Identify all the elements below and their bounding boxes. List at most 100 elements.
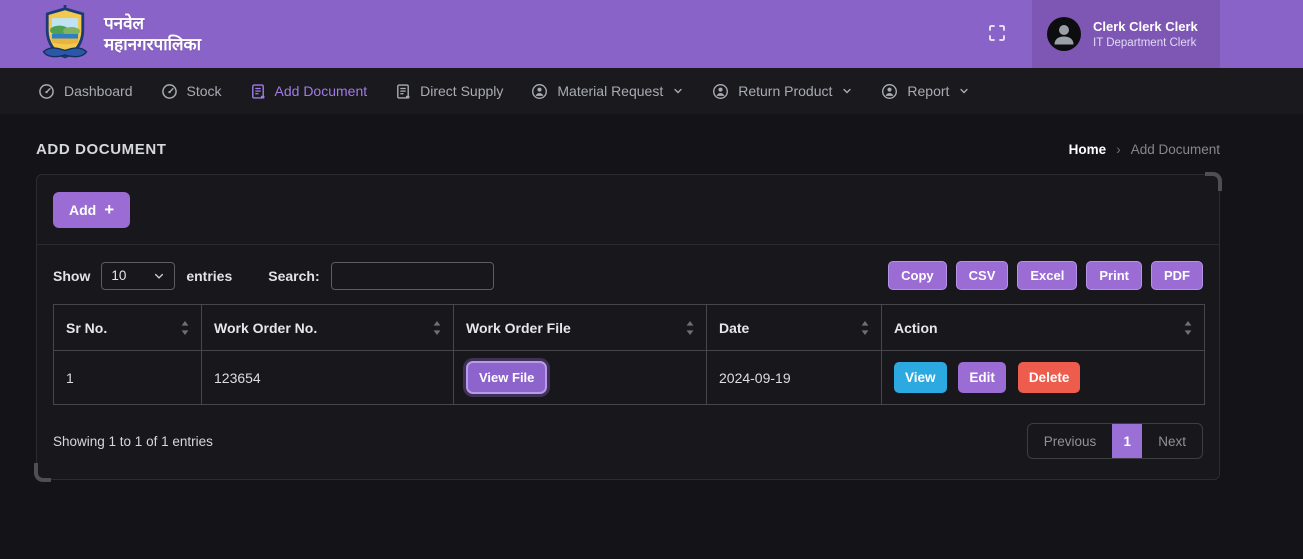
person-circle-icon: [881, 83, 898, 100]
horizontal-scrollbar-thumb[interactable]: [34, 463, 51, 482]
breadcrumb: Home › Add Document: [1069, 142, 1220, 157]
user-role: IT Department Clerk: [1093, 37, 1198, 49]
file-text-icon: [395, 83, 411, 100]
chevron-down-icon: [153, 270, 165, 282]
breadcrumb-home-link[interactable]: Home: [1069, 142, 1107, 157]
cell-actions: View Edit Delete: [882, 351, 1205, 405]
user-name: Clerk Clerk Clerk: [1093, 19, 1198, 34]
brand-line2: महानगरपालिका: [104, 34, 201, 55]
entries-label: entries: [186, 268, 232, 284]
nav-label: Stock: [187, 83, 222, 99]
view-button[interactable]: View: [894, 362, 947, 393]
nav-item-direct-supply[interactable]: Direct Supply: [381, 68, 517, 114]
excel-button[interactable]: Excel: [1017, 261, 1077, 290]
breadcrumb-current: Add Document: [1131, 142, 1220, 157]
cell-sr-no: 1: [54, 351, 202, 405]
brand-title: पनवेल महानगरपालिका: [104, 13, 201, 56]
breadcrumb-separator: ›: [1116, 142, 1121, 157]
search-label: Search:: [268, 268, 319, 284]
pdf-button[interactable]: PDF: [1151, 261, 1203, 290]
gauge-icon: [161, 83, 178, 100]
column-label: Work Order No.: [214, 320, 317, 336]
search-wrap: Search:: [268, 262, 493, 290]
export-buttons: Copy CSV Excel Print PDF: [888, 261, 1203, 290]
chevron-down-icon: [672, 85, 684, 97]
brand: पनवेल महानगरपालिका: [38, 5, 201, 63]
nav-item-report[interactable]: Report: [867, 68, 984, 114]
page-size-select[interactable]: 10: [101, 262, 175, 290]
fullscreen-expand-icon: [987, 23, 1007, 43]
chevron-down-icon: [841, 85, 853, 97]
gauge-icon: [38, 83, 55, 100]
sort-icon: [181, 321, 189, 335]
nav-label: Return Product: [738, 83, 832, 99]
column-header-date[interactable]: Date: [707, 305, 882, 351]
municipal-emblem-logo: [38, 5, 92, 63]
nav-item-return-product[interactable]: Return Product: [698, 68, 867, 114]
nav-item-material-request[interactable]: Material Request: [517, 68, 698, 114]
copy-button[interactable]: Copy: [888, 261, 947, 290]
cell-work-order-no: 123654: [202, 351, 454, 405]
card-body: Show 10 entries Search: Copy CSV Excel P…: [37, 245, 1219, 479]
csv-button[interactable]: CSV: [956, 261, 1009, 290]
table-controls: Show 10 entries Search: Copy CSV Excel P…: [53, 261, 1203, 290]
cell-date: 2024-09-19: [707, 351, 882, 405]
nav-label: Report: [907, 83, 949, 99]
column-label: Sr No.: [66, 320, 107, 336]
sort-icon: [433, 321, 441, 335]
pagination: Previous 1 Next: [1027, 423, 1203, 459]
sort-icon: [861, 321, 869, 335]
plus-icon: +: [104, 203, 114, 217]
nav-item-stock[interactable]: Stock: [147, 68, 236, 114]
page-content: ADD DOCUMENT Home › Add Document Add + S…: [36, 136, 1220, 480]
nav-label: Add Document: [275, 83, 368, 99]
show-label: Show: [53, 268, 90, 284]
add-button[interactable]: Add +: [53, 192, 130, 228]
sort-icon: [1184, 321, 1192, 335]
documents-table: Sr No. Work Order No.: [53, 304, 1205, 405]
print-button[interactable]: Print: [1086, 261, 1142, 290]
previous-page-button[interactable]: Previous: [1028, 424, 1113, 458]
page-size-value: 10: [111, 268, 126, 283]
view-file-button[interactable]: View File: [466, 361, 547, 394]
column-label: Work Order File: [466, 320, 571, 336]
add-button-label: Add: [69, 202, 96, 218]
avatar: [1046, 16, 1082, 52]
title-row: ADD DOCUMENT Home › Add Document: [36, 136, 1220, 162]
entries-summary: Showing 1 to 1 of 1 entries: [53, 434, 213, 449]
fullscreen-button[interactable]: [986, 23, 1008, 45]
table-row: 1 123654 View File 2024-09-19 View Edit …: [54, 351, 1205, 405]
page-title: ADD DOCUMENT: [36, 141, 167, 158]
user-menu[interactable]: Clerk Clerk Clerk IT Department Clerk: [1032, 0, 1220, 68]
column-label: Action: [894, 320, 938, 336]
nav-label: Material Request: [557, 83, 663, 99]
file-text-icon: [250, 83, 266, 100]
current-page-button[interactable]: 1: [1112, 424, 1142, 458]
add-document-card: Add + Show 10 entries Search:: [36, 174, 1220, 480]
person-circle-icon: [712, 83, 729, 100]
edit-button[interactable]: Edit: [958, 362, 1006, 393]
user-info: Clerk Clerk Clerk IT Department Clerk: [1093, 19, 1198, 49]
delete-button[interactable]: Delete: [1018, 362, 1081, 393]
nav-label: Direct Supply: [420, 83, 503, 99]
column-label: Date: [719, 320, 749, 336]
card-toolbar: Add +: [37, 175, 1219, 244]
sort-icon: [686, 321, 694, 335]
table-footer: Showing 1 to 1 of 1 entries Previous 1 N…: [53, 423, 1203, 459]
nav-label: Dashboard: [64, 83, 133, 99]
brand-line1: पनवेल: [104, 13, 201, 34]
column-header-work-order-file[interactable]: Work Order File: [454, 305, 707, 351]
column-header-work-order-no[interactable]: Work Order No.: [202, 305, 454, 351]
chevron-down-icon: [958, 85, 970, 97]
column-header-action[interactable]: Action: [882, 305, 1205, 351]
nav-item-dashboard[interactable]: Dashboard: [24, 68, 147, 114]
person-circle-icon: [531, 83, 548, 100]
nav-item-add-document[interactable]: Add Document: [236, 68, 382, 114]
table-header-row: Sr No. Work Order No.: [54, 305, 1205, 351]
app-header: पनवेल महानगरपालिका Clerk Clerk Clerk IT …: [0, 0, 1303, 68]
vertical-scrollbar-thumb[interactable]: [1205, 172, 1222, 191]
main-nav: Dashboard Stock Add Document Direct Supp…: [0, 68, 1303, 114]
search-input[interactable]: [331, 262, 494, 290]
next-page-button[interactable]: Next: [1142, 424, 1202, 458]
column-header-sr-no[interactable]: Sr No.: [54, 305, 202, 351]
